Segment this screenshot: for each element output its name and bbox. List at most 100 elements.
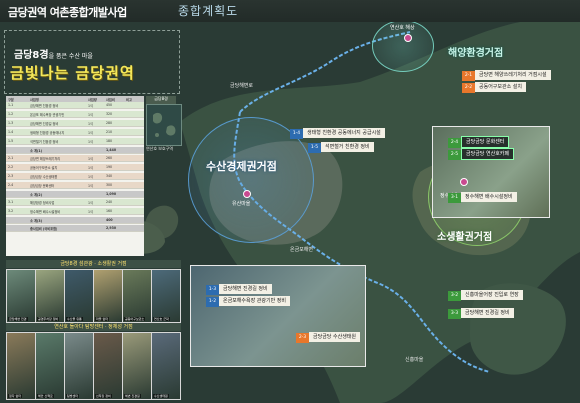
table-cell: 정수해변 배수시설정비 [30,210,61,214]
photo-caption: 공영주차장 정비 [37,317,60,321]
table-cell: 240 [106,200,113,204]
photo-caption: 선착장 정비 [95,394,112,398]
mini-map-islands [153,112,176,137]
table-cell: 320 [106,112,113,116]
table-subtotal-row: 소 계(1) 1,440 [6,147,144,154]
map-pin[interactable] [404,34,412,42]
table-row: 2-3 금당금당 수산생태원 1식 340 [6,173,144,180]
table-cell: 190 [106,165,113,169]
project-photo: 연산호 군락 [151,269,181,323]
project-tag[interactable]: 3-3 금당해변 진경길 정비 [448,308,514,319]
project-photo: 공동어구보관소 [122,269,152,323]
project-photo: 탐방센터 [64,332,94,400]
project-tag[interactable]: 3-2 신흥마을어장 진입로 연장 [448,290,523,301]
table-subtotal-row: 소 계(2) 1,090 [6,191,144,198]
project-tag-number: 2-5 [448,150,461,160]
table-total-row: 총사업비 (국비포함) 2,930 [6,225,144,232]
table-cell: 3-1 [8,200,14,204]
table-cell: 1-3 [8,121,14,125]
project-tag-text: 생태형 친환경 공동에너지 공급시설 [303,128,385,138]
project-tag-text: 금당해변 진경길 정비 [219,284,272,294]
table-cell: 340 [106,174,113,178]
table-cell: 180 [106,139,113,143]
project-tag[interactable]: 1-2 온금포해수욕장 관광기반 정비 [206,296,290,307]
subtotal-value: 1,440 [106,148,117,152]
subtotal-label: 소 계(2) [30,193,43,197]
table-cell: 1식 [88,104,93,108]
place-label-geumdang-road: 금당해변로 [230,83,254,89]
table-row: 1-1 금당해변 친환경 정비 1식 450 [6,102,144,109]
place-label-north: 연산호 해상 [390,25,415,31]
project-tag[interactable]: 2-1 금당면 해양쓰레기처리 거점시설 [462,70,551,81]
subtotal-value: 1,090 [106,192,117,196]
project-photo: 수산물 유통 [64,269,94,323]
project-tag[interactable]: 2-2 공동어구보관소 설치 [462,82,526,93]
photo-caption: 수산생태원 [153,394,169,398]
subtotal-value: 400 [106,218,113,222]
table-cell: 금당금당 수산생태원 [30,175,58,179]
project-tag-number: 2-4 [448,138,461,148]
table-cell: 해양환경 정비사업 [30,201,55,205]
project-tag[interactable]: 2-4 금당금당 문화센터 [448,136,510,148]
table-cell: 210 [106,130,113,134]
table-cell: 300 [106,183,113,187]
zone-label-susan: 수산경제권거점 [206,160,277,173]
project-photo: 공영주차장 정비 [35,269,65,323]
table-row: 1-3 금당해변 진경길 정비 1식 280 [6,120,144,127]
table-cell: 1식 [88,184,93,188]
mini-map-title: 금당8경 [146,96,176,104]
photo-caption: 해안 산책로 [37,394,54,398]
project-photo: 선착장 정비 [93,332,123,400]
project-tag[interactable]: 2-5 금당금당 연산호카페 [448,148,514,160]
project-tag-text: 온금포해수욕장 관광기반 정비 [219,296,290,306]
map-pin[interactable] [460,178,468,186]
project-tag[interactable]: 1-3 금당해변 진경길 정비 [206,284,272,295]
table-cell: 1-2 [8,112,14,116]
slogan-suffix: 을 품은 수산 마을 [48,53,93,60]
project-tag[interactable]: 2-3 금당금당 수산생태원 [296,332,360,343]
project-tag[interactable]: 1-5 석면철거 친환경 정비 [308,142,374,153]
slogan-highlight: 금당8경 [14,50,49,61]
photo-caption: 탐방센터 [66,394,80,398]
map-pin[interactable] [243,190,251,198]
project-photo: 금당해변 전경 [6,269,36,323]
project-tag-number: 1-4 [290,129,303,139]
table-cell: 생태형 친환경 공동에너지 [30,131,65,135]
mini-map-caption: 연산호 보호구역 [146,146,174,151]
place-label-sinheung: 신흥마을 [405,357,424,363]
table-cell: 공동어구보관소 설치 [30,166,58,170]
table-cell: 석면철거 친환경 정비 [30,140,59,144]
project-photo: 수산생태원 [151,332,181,400]
project-tag-number: 3-2 [448,291,461,301]
project-tag-number: 2-3 [296,333,309,343]
table-row: 3-1 해양환경 정비사업 1식 240 [6,199,144,206]
project-tag[interactable]: 1-4 생태형 친환경 공동에너지 공급시설 [290,128,385,139]
slogan-line2: 금빛나는 금당권역 [10,64,135,82]
table-cell: 2-3 [8,174,14,178]
table-cell: 1-1 [8,103,14,107]
project-tag-text: 금당금당 문화센터 [461,136,510,148]
zone-label-haeyang: 해양환경거점 [448,48,504,59]
table-subtotal-row: 소 계(3) 400 [6,217,144,224]
table-cell: 2-1 [8,156,14,160]
table-cell: 금당해변 친환경 정비 [30,104,59,108]
project-tag-text: 금당면 해양쓰레기처리 거점시설 [475,70,551,80]
table-cell: 1식 [88,113,93,117]
project-tag[interactable]: 3-1 정수해변 배수시설정비 [448,192,517,203]
photo-caption: 금당해변 전경 [8,317,28,321]
project-tag-number: 2-1 [462,71,475,81]
mini-map [146,104,182,146]
photo-caption: 마을 쉼터 [95,317,109,321]
photo-strip-title-2: 연산호 돌아다 탐방센터 · 정체성 거점 [6,323,181,331]
table-cell: 160 [106,209,113,213]
table-cell: 온금포 해수욕장 관광기반 [30,113,65,117]
photo-caption: 정자 쉼터 [8,394,22,398]
plan-map: 금당권역 여촌종합개발사업 종합계획도 금당8경을 품은 수산 마을 금빛나는 … [0,0,580,403]
page-title: 금당권역 여촌종합개발사업 [8,6,127,19]
table-cell: 260 [106,156,113,160]
page-subtitle: 종합계획도 [178,4,239,18]
table-row: 2-2 공동어구보관소 설치 1식 190 [6,164,144,171]
project-tag-number: 1-2 [206,297,219,307]
table-row: 2-1 금당면 해양쓰레기처리 1식 260 [6,155,144,162]
photo-caption: 연산호 군락 [153,317,170,321]
